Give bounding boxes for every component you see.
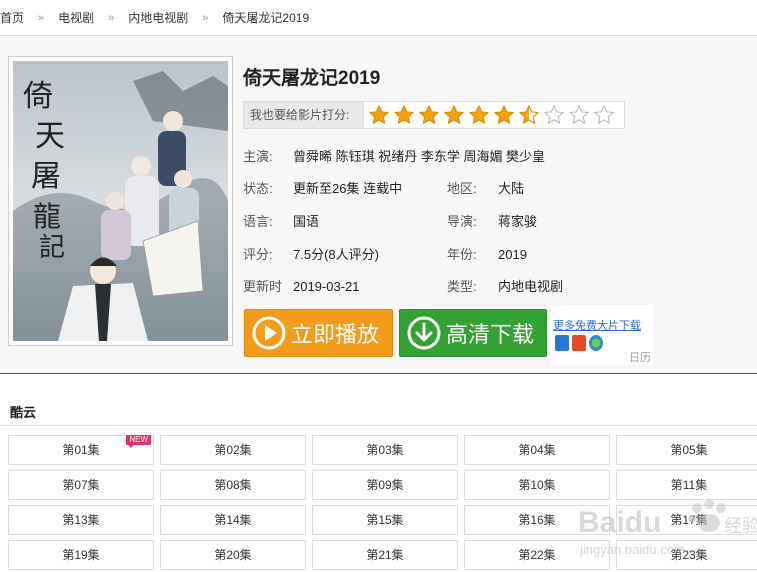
status-label: 状态: [243,181,273,196]
episode-button[interactable]: 第21集 [312,540,458,570]
episode-button[interactable]: 第15集 [312,505,458,535]
breadcrumb-home[interactable]: 首页 [0,9,24,26]
episode-button[interactable]: 第04集 [464,435,610,465]
star-icon[interactable] [443,104,465,126]
star-icon[interactable] [518,104,540,126]
poster-calligraphy-5: 記 [39,233,65,263]
star-icon[interactable] [393,104,415,126]
year-row: 年份: 2019 [447,246,527,264]
poster-calligraphy-3: 屠 [31,159,61,194]
play-icon [252,316,286,350]
status-row: 状态: 更新至26集 连载中 [243,180,402,198]
episode-button[interactable]: 第16集 [464,505,610,535]
play-now-label: 立即播放 [291,322,380,347]
updated-label: 更新时 [243,279,283,294]
breadcrumb-separator: » [108,11,115,24]
star-icon[interactable] [418,104,440,126]
play-now-button[interactable]: 立即播放 [244,309,393,357]
episode-button[interactable]: 第02集 [160,435,306,465]
region-label: 地区: [447,181,477,196]
episode-button[interactable]: 第07集 [8,470,154,500]
episode-button[interactable]: 第09集 [312,470,458,500]
tool-icon-red[interactable] [572,335,586,351]
breadcrumb-tv[interactable]: 电视剧 [58,9,94,26]
region-value: 大陆 [498,181,525,196]
star-icon[interactable] [493,104,515,126]
episode-button[interactable]: 第22集 [464,540,610,570]
language-value: 国语 [293,214,320,229]
year-value: 2019 [498,247,527,262]
score-label: 评分: [243,247,273,262]
cast-row: 主演: 曾舜晞 陈钰琪 祝绪丹 李东学 周海媚 樊少皇 [243,148,545,166]
breadcrumb-mainland-tv[interactable]: 内地电视剧 [128,9,188,26]
region-row: 地区: 大陆 [447,180,524,198]
episode-button[interactable]: 第13集 [8,505,154,535]
cast-value: 曾舜晞 陈钰琪 祝绪丹 李东学 周海媚 樊少皇 [293,149,546,164]
rating-widget: 我也要给影片打分: [243,101,625,129]
episode-button[interactable]: 第14集 [160,505,306,535]
year-label: 年份: [447,247,477,262]
episode-button[interactable]: 第23集 [616,540,757,570]
episode-button[interactable]: 第08集 [160,470,306,500]
director-label: 导演: [447,214,477,229]
poster-calligraphy-2: 天 [35,119,65,154]
episode-button[interactable]: 第19集 [8,540,154,570]
updated-row: 更新时 2019-03-21 [243,278,360,296]
episode-button[interactable]: 第11集 [616,470,757,500]
tool-icon-blue[interactable] [555,335,569,351]
score-row: 评分: 7.5分(8人评分) [243,246,379,264]
status-value: 更新至26集 连载中 [293,181,403,196]
section-divider [0,425,757,426]
star-icon[interactable] [468,104,490,126]
episode-button[interactable]: 第20集 [160,540,306,570]
more-free-downloads-link[interactable]: 更多免费大片下载 [553,317,641,333]
source-title: 酷云 [10,405,37,420]
language-row: 语言: 国语 [243,213,319,231]
poster-calligraphy-1: 倚 [23,79,53,114]
episode-button[interactable]: 第05集 [616,435,757,465]
star-icon[interactable] [543,104,565,126]
download-icon [407,316,441,350]
hd-download-label: 高清下载 [446,322,535,347]
episode-button[interactable]: 第03集 [312,435,458,465]
movie-info-panel: 倚 天 屠 龍 記 倚天屠龙记2019 我也要给影片打分: 主演: 曾舜晞 陈钰琪… [0,37,757,374]
star-icon[interactable] [593,104,615,126]
calendar-label: 日历 [629,352,651,364]
poster-calligraphy-4: 龍 [33,200,61,233]
rating-label: 我也要给影片打分: [244,102,364,128]
episode-button[interactable]: 第17集 [616,505,757,535]
type-label: 类型: [447,279,477,294]
star-icon[interactable] [568,104,590,126]
episode-button[interactable]: 第01集 NEW [8,435,154,465]
score-value: 7.5分(8人评分) [293,247,379,262]
tool-icon-green[interactable] [589,335,603,351]
language-label: 语言: [243,214,273,229]
breadcrumb-separator: » [202,11,209,24]
updated-value: 2019-03-21 [293,279,360,294]
episode-button[interactable]: 第10集 [464,470,610,500]
type-value: 内地电视剧 [498,279,564,294]
more-downloads-box: 更多免费大片下载 日历 [551,305,653,365]
breadcrumb-separator: » [38,11,45,24]
star-rating[interactable] [364,102,615,128]
director-value: 蒋家骏 [498,214,538,229]
cast-label: 主演: [243,149,273,164]
movie-title: 倚天屠龙记2019 [243,68,381,89]
poster-image[interactable]: 倚 天 屠 龍 記 [8,56,233,346]
director-row: 导演: 蒋家骏 [447,213,537,231]
download-tool-icons [555,335,603,351]
type-row: 类型: 内地电视剧 [447,278,563,296]
new-badge: NEW [126,435,151,448]
star-icon[interactable] [368,104,390,126]
breadcrumb: 首页 » 电视剧 » 内地电视剧 » 倚天屠龙记2019 [0,0,757,36]
poster-artwork: 倚 天 屠 龍 記 [13,61,228,341]
hd-download-button[interactable]: 高清下载 [399,309,547,357]
breadcrumb-current[interactable]: 倚天屠龙记2019 [222,9,309,26]
